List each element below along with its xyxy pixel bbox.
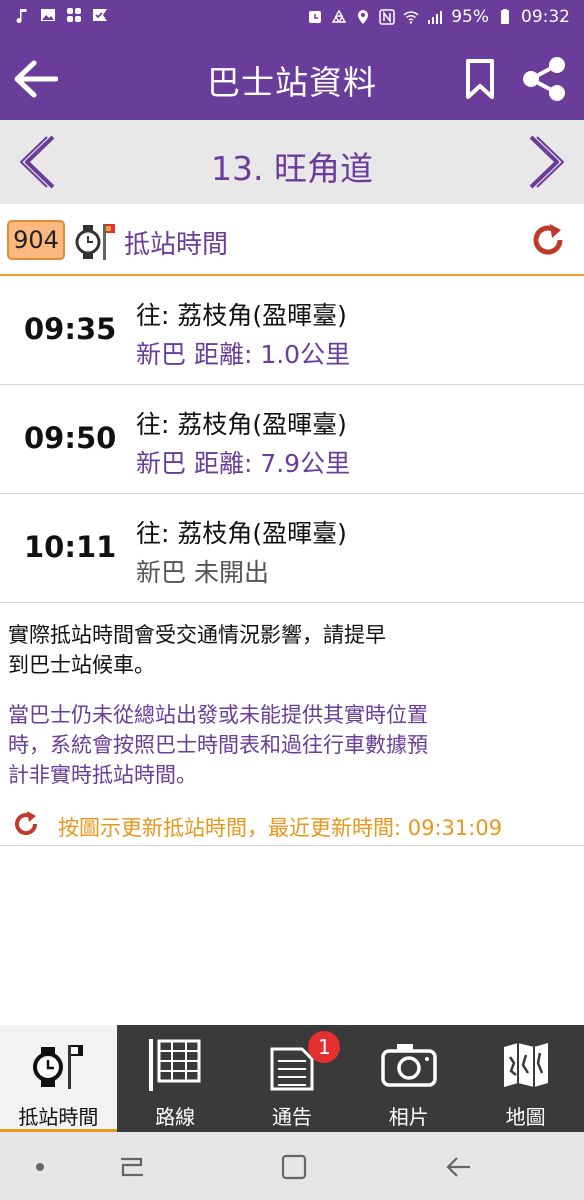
page-title: 巴士站資料	[207, 63, 377, 102]
signal-icon	[427, 9, 443, 25]
eta-time: 10:11	[24, 530, 117, 564]
app-bar: 巴士站資料	[0, 36, 584, 120]
tab-photo[interactable]: 相片	[350, 1025, 467, 1132]
status-time: 09:32	[521, 7, 570, 27]
music-note-icon	[14, 7, 30, 23]
tab-eta[interactable]: 抵站時間	[0, 1025, 117, 1132]
share-button[interactable]	[518, 54, 570, 104]
bookmark-button[interactable]	[458, 54, 502, 104]
share-icon	[523, 57, 565, 101]
home-icon	[281, 1154, 307, 1180]
eta-destination: 往: 荔枝角(盈暉臺)	[136, 410, 347, 439]
tab-notice[interactable]: 1 通告	[234, 1025, 351, 1132]
bookmark-icon	[466, 59, 494, 99]
schedule-note-line: 當巴士仍未從總站出發或未能提供其實時位置	[8, 703, 428, 727]
eta-info: 新巴 未開出	[136, 558, 269, 587]
status-bar: 95% 09:32	[0, 0, 584, 36]
last-update: 按圖示更新抵站時間，最近更新時間: 09:31:09	[0, 806, 584, 846]
recent-apps-icon	[121, 1157, 143, 1177]
refresh-icon[interactable]	[12, 810, 40, 838]
previous-stop-button[interactable]	[14, 130, 64, 194]
eta-time: 09:50	[24, 421, 117, 455]
system-navigation-bar	[0, 1132, 584, 1200]
last-update-text: 按圖示更新抵站時間，最近更新時間: 09:31:09	[58, 816, 503, 840]
watch-flag-icon	[33, 1045, 84, 1089]
schedule-note-line: 時，系統會按照巴士時間表和過往行車數據預	[8, 733, 428, 757]
eta-time: 09:35	[24, 312, 117, 346]
check-flag-icon	[92, 7, 108, 23]
eta-destination: 往: 荔枝角(盈暉臺)	[136, 519, 347, 548]
nav-dot-button[interactable]	[20, 1152, 60, 1182]
route-header: 904 抵站時間	[0, 204, 584, 276]
status-left-icons	[14, 7, 108, 23]
wifi-icon	[403, 9, 419, 25]
eta-destination: 往: 荔枝角(盈暉臺)	[136, 301, 347, 330]
route-section-title: 抵站時間	[124, 230, 229, 260]
traffic-note: 實際抵站時間會受交通情況影響，請提早 到巴士站候車。	[8, 620, 478, 680]
stop-navigation: 13. 旺角道	[0, 120, 584, 204]
tab-label: 通告	[271, 1105, 312, 1129]
home-button[interactable]	[274, 1152, 314, 1182]
location-icon	[355, 9, 371, 25]
camera-icon	[381, 1044, 437, 1087]
route-number-badge: 904	[7, 220, 65, 260]
app-grid-icon	[66, 7, 82, 23]
stop-name: 13. 旺角道	[211, 149, 373, 188]
nfc-icon	[379, 9, 395, 25]
tab-label: 相片	[388, 1105, 429, 1129]
eta-list: 09:35 往: 荔枝角(盈暉臺) 新巴 距離: 1.0公里 09:50 往: …	[0, 276, 584, 603]
back-arrow-icon	[446, 1157, 470, 1177]
recent-apps-button[interactable]	[112, 1152, 152, 1182]
tab-route[interactable]: 路線	[117, 1025, 234, 1132]
recycle-icon	[331, 9, 347, 25]
back-button[interactable]	[10, 54, 60, 104]
battery-percent: 95%	[451, 7, 489, 27]
eta-info: 新巴 距離: 1.0公里	[136, 340, 351, 369]
eta-row[interactable]: 10:11 往: 荔枝角(盈暉臺) 新巴 未開出	[0, 494, 584, 603]
battery-icon	[497, 9, 513, 25]
traffic-note-line: 到巴士站候車。	[8, 653, 155, 677]
eta-info: 新巴 距離: 7.9公里	[136, 449, 351, 478]
dot-icon	[36, 1163, 44, 1171]
status-right-icons: 95% 09:32	[307, 7, 570, 27]
arrow-left-icon	[14, 60, 58, 98]
tab-label: 抵站時間	[18, 1105, 99, 1129]
next-stop-button[interactable]	[520, 130, 570, 194]
tab-label: 地圖	[505, 1105, 546, 1129]
watch-flag-icon	[75, 224, 115, 260]
notice-badge: 1	[308, 1031, 341, 1063]
eta-row[interactable]: 09:35 往: 荔枝角(盈暉臺) 新巴 距離: 1.0公里	[0, 276, 584, 385]
traffic-note-line: 實際抵站時間會受交通情況影響，請提早	[8, 623, 386, 647]
tab-map[interactable]: 地圖	[467, 1025, 584, 1132]
refresh-icon[interactable]	[530, 222, 566, 258]
map-icon	[503, 1043, 548, 1087]
schedule-note: 當巴士仍未從總站出發或未能提供其實時位置 時，系統會按照巴士時間表和過往行車數據…	[8, 700, 518, 790]
schedule-note-line: 計非實時抵站時間。	[8, 763, 197, 787]
bottom-tab-bar: 抵站時間 路線 1 通告 相片 地圖	[0, 1025, 584, 1132]
alarm-icon	[307, 9, 323, 25]
chevron-right-icon	[529, 135, 564, 189]
image-icon	[40, 7, 56, 23]
system-back-button[interactable]	[438, 1152, 478, 1182]
chevron-left-icon	[20, 135, 55, 189]
eta-row[interactable]: 09:50 往: 荔枝角(盈暉臺) 新巴 距離: 7.9公里	[0, 385, 584, 494]
route-list-icon	[149, 1039, 201, 1091]
tab-label: 路線	[155, 1105, 196, 1129]
